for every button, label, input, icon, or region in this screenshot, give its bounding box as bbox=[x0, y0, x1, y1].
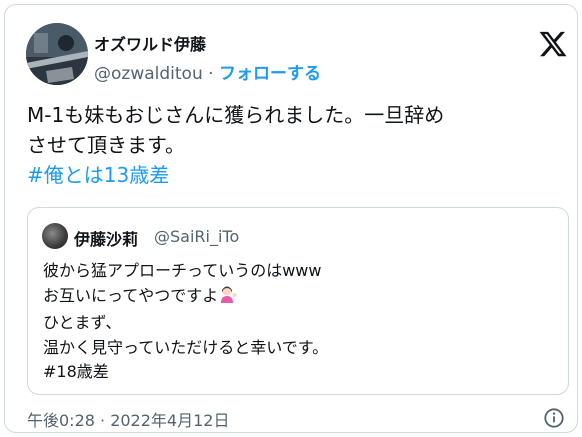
quoted-tweet-text: 彼から猛アプローチっていうのはwww お互いにってやつですよ ひとまず、 温かく… bbox=[43, 259, 553, 385]
embedded-tweet-card: オズワルド伊藤 @ozwalditou · フォローする M-1も妹もおじさんに… bbox=[4, 4, 578, 433]
author-meta: @ozwalditou · フォローする bbox=[94, 59, 321, 84]
person-tipping-hand-emoji bbox=[218, 284, 238, 312]
tweet-text: M-1も妹もおじさんに獲られました。一旦辞め させて頂きます。 #俺とは13歳差 bbox=[27, 100, 557, 190]
tweet-text-line: M-1も妹もおじさんに獲られました。一旦辞め bbox=[27, 103, 445, 127]
author-avatar[interactable] bbox=[26, 23, 88, 85]
quoted-text-line: ひとまず、 bbox=[43, 313, 122, 333]
quoted-author-avatar[interactable] bbox=[42, 223, 68, 249]
hashtag-link[interactable]: #俺とは13歳差 bbox=[27, 160, 557, 190]
quoted-text-line: #18歳差 bbox=[43, 362, 109, 382]
quoted-tweet[interactable]: 伊藤沙莉 @SaiRi_iTo 彼から猛アプローチっていうのはwww お互いにっ… bbox=[27, 207, 569, 395]
quoted-author-name[interactable]: 伊藤沙莉 bbox=[74, 226, 138, 250]
meta-separator: · bbox=[202, 64, 219, 84]
quoted-text-line: 彼から猛アプローチっていうのはwww bbox=[43, 261, 322, 280]
x-logo-icon[interactable] bbox=[538, 29, 568, 59]
tweet-text-line: させて頂きます。 bbox=[27, 133, 185, 157]
author-name[interactable]: オズワルド伊藤 bbox=[94, 31, 206, 55]
quoted-text-line: 温かく見守っていただけると幸いです。 bbox=[43, 337, 329, 357]
author-handle[interactable]: @ozwalditou bbox=[94, 64, 203, 84]
quoted-author-handle[interactable]: @SaiRi_iTo bbox=[154, 227, 239, 246]
info-icon[interactable] bbox=[543, 407, 565, 429]
tweet-timestamp[interactable]: 午後0:28 · 2022年4月12日 bbox=[27, 407, 229, 431]
follow-button[interactable]: フォローする bbox=[219, 64, 321, 84]
quoted-text-segment: お互いにってやつですよ bbox=[43, 285, 219, 305]
avatar-photo bbox=[26, 23, 88, 85]
quoted-text-line: お互いにってやつですよ bbox=[43, 284, 553, 312]
